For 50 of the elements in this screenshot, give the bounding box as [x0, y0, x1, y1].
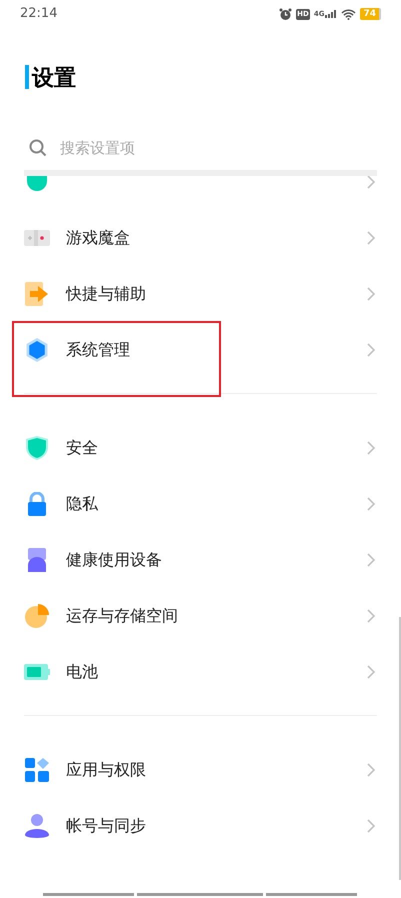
title-accent-bar	[25, 65, 29, 89]
shield-icon	[26, 436, 48, 460]
lock-icon	[27, 492, 47, 516]
page-title: 设置	[32, 64, 76, 92]
row-label: 游戏魔盒	[66, 227, 130, 249]
settings-row[interactable]: 电池	[0, 644, 401, 700]
search-field[interactable]: 搜索设置项	[60, 136, 360, 160]
settings-row[interactable]: 安全	[0, 420, 401, 476]
settings-row[interactable]: 帐号与同步	[0, 798, 401, 854]
row-label: 运存与存储空间	[66, 605, 178, 627]
shield-icon	[26, 176, 48, 193]
chevron-right-icon	[367, 763, 375, 777]
wifi-icon	[341, 8, 356, 20]
settings-row[interactable]: 健康使用设备	[0, 532, 401, 588]
settings-row[interactable]: 游戏魔盒	[0, 210, 401, 266]
row-label: 快捷与辅助	[66, 283, 146, 305]
settings-row[interactable]: 隐私	[0, 476, 401, 532]
search-icon	[28, 138, 48, 158]
row-label: 应用与权限	[66, 759, 146, 781]
status-time: 22:14	[20, 5, 58, 24]
chevron-right-icon	[367, 609, 375, 623]
chevron-right-icon	[367, 553, 375, 567]
alarm-icon	[279, 8, 292, 20]
chevron-right-icon	[367, 497, 375, 511]
hexagon-icon	[25, 338, 49, 362]
chevron-right-icon	[367, 231, 375, 245]
settings-row[interactable]: 快捷与辅助	[0, 266, 401, 322]
battery-icon	[24, 664, 50, 680]
settings-row[interactable]: 系统管理	[0, 322, 401, 378]
chevron-right-icon	[367, 343, 375, 357]
person-icon	[25, 814, 49, 838]
chevron-right-icon	[367, 441, 375, 455]
row-label: 帐号与同步	[66, 815, 146, 837]
pie-chart-icon	[25, 604, 49, 628]
row-label: 安全	[66, 437, 98, 459]
battery-indicator: 74	[360, 8, 381, 20]
settings-row[interactable]: 应用与权限	[0, 742, 401, 798]
apps-icon	[25, 758, 49, 782]
gamepad-icon	[24, 230, 50, 246]
row-label: 电池	[66, 661, 98, 683]
chevron-right-icon	[367, 819, 375, 833]
chevron-right-icon	[367, 665, 375, 679]
arrow-icon	[25, 282, 49, 306]
signal-icon	[325, 10, 338, 18]
row-label: 健康使用设备	[66, 549, 162, 571]
row-label: 系统管理	[66, 339, 130, 361]
chevron-right-icon	[367, 287, 375, 301]
row-label: 隐私	[66, 493, 98, 515]
chevron-right-icon	[367, 176, 375, 189]
settings-row[interactable]: 运存与存储空间	[0, 588, 401, 644]
